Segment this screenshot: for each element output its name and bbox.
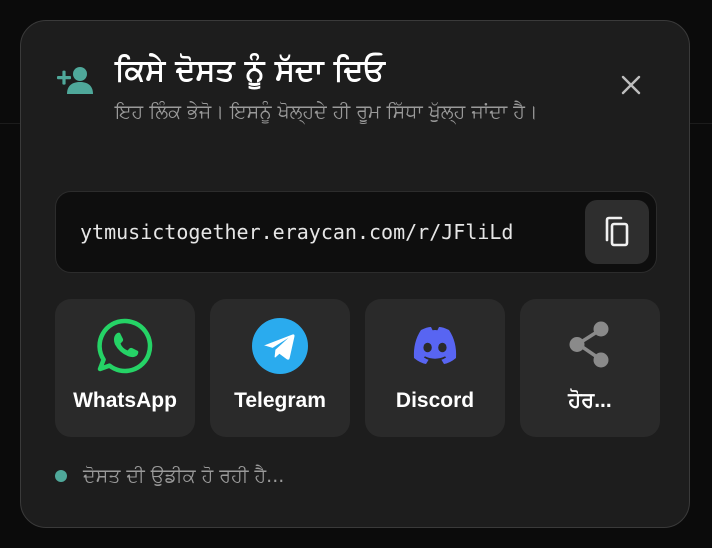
share-telegram-label: Telegram (234, 389, 326, 412)
dialog-subtitle: ਇਹ ਲਿੰਕ ਭੇਜੋ। ਇਸਨੂੰ ਖੋਲ੍ਹਦੇ ਹੀ ਰੂਮ ਸਿੱਧਾ… (115, 101, 538, 123)
copy-link-button[interactable] (585, 200, 649, 264)
dialog-title: ਕਿਸੇ ਦੋਸਤ ਨੂੰ ਸੱਦਾ ਦਿਓ (115, 53, 385, 88)
waiting-status: ਦੋਸਤ ਦੀ ਉਡੀਕ ਹੋ ਰਹੀ ਹੈ... (55, 461, 284, 491)
close-button[interactable] (611, 65, 651, 105)
share-telegram-button[interactable]: Telegram (210, 299, 350, 437)
share-icon (561, 317, 619, 375)
person-add-icon (57, 65, 95, 95)
status-indicator-dot (55, 470, 67, 482)
discord-icon (406, 317, 464, 375)
share-more-button[interactable]: ਹੋਰ... (520, 299, 660, 437)
share-discord-button[interactable]: Discord (365, 299, 505, 437)
status-text: ਦੋਸਤ ਦੀ ਉਡੀਕ ਹੋ ਰਹੀ ਹੈ... (83, 465, 285, 487)
whatsapp-icon (96, 317, 154, 375)
invite-link-field[interactable]: ytmusictogether.eraycan.com/r/JFliLd (55, 191, 657, 273)
invite-friend-dialog: ਕਿਸੇ ਦੋਸਤ ਨੂੰ ਸੱਦਾ ਦਿਓ ਇਹ ਲਿੰਕ ਭੇਜੋ। ਇਸਨ… (20, 20, 690, 528)
share-whatsapp-label: WhatsApp (73, 389, 177, 412)
close-icon (621, 75, 641, 95)
telegram-icon (251, 317, 309, 375)
copy-icon (605, 216, 629, 247)
share-more-label: ਹੋਰ... (568, 389, 612, 412)
share-whatsapp-button[interactable]: WhatsApp (55, 299, 195, 437)
invite-link-text[interactable]: ytmusictogether.eraycan.com/r/JFliLd (80, 192, 513, 272)
share-discord-label: Discord (395, 389, 475, 412)
